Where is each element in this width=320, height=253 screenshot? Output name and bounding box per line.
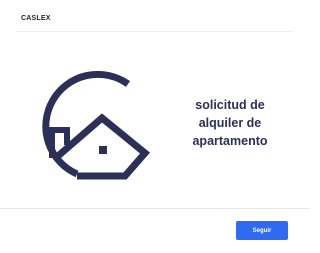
page: CASLEX solicitud de alquiler de apartame… [0,0,310,253]
footer-divider [0,208,310,209]
form-title-line-1: solicitud de [195,98,265,112]
form-title-line-3: apartamento [192,134,268,148]
form-title: solicitud de alquiler de apartamento [168,96,292,150]
logo-c-arc [42,70,131,178]
next-button[interactable]: Seguir [236,221,288,240]
header-divider [17,31,293,32]
form-title-line-2: alquiler de [198,116,262,130]
logo-house-window [99,146,107,154]
brand-name: CASLEX [21,15,51,22]
house-c-logo-icon [42,70,151,180]
